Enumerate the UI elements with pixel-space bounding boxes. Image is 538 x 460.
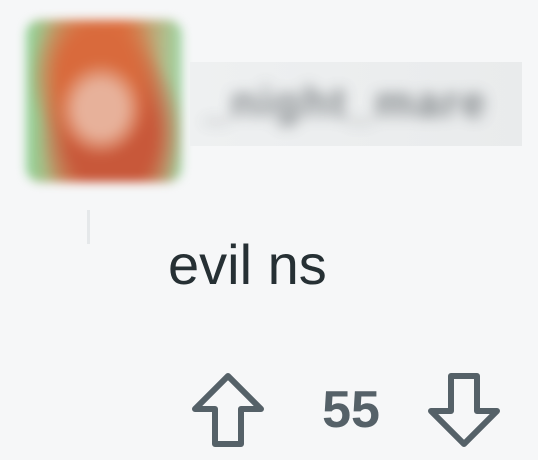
arrow-down-icon [428,373,500,447]
upvote-button[interactable] [188,368,268,452]
vote-bar: 55 [188,368,508,452]
thread-line[interactable] [87,210,90,244]
vote-score: 55 [322,381,380,439]
username[interactable]: _night_mare [190,62,522,146]
downvote-button[interactable] [424,368,504,452]
comment-body: evil ns [168,233,327,296]
avatar[interactable] [26,20,182,182]
username-text: _night_mare [204,78,488,127]
arrow-up-icon [192,373,264,447]
comment: _night_mare evil ns 55 [0,0,538,460]
